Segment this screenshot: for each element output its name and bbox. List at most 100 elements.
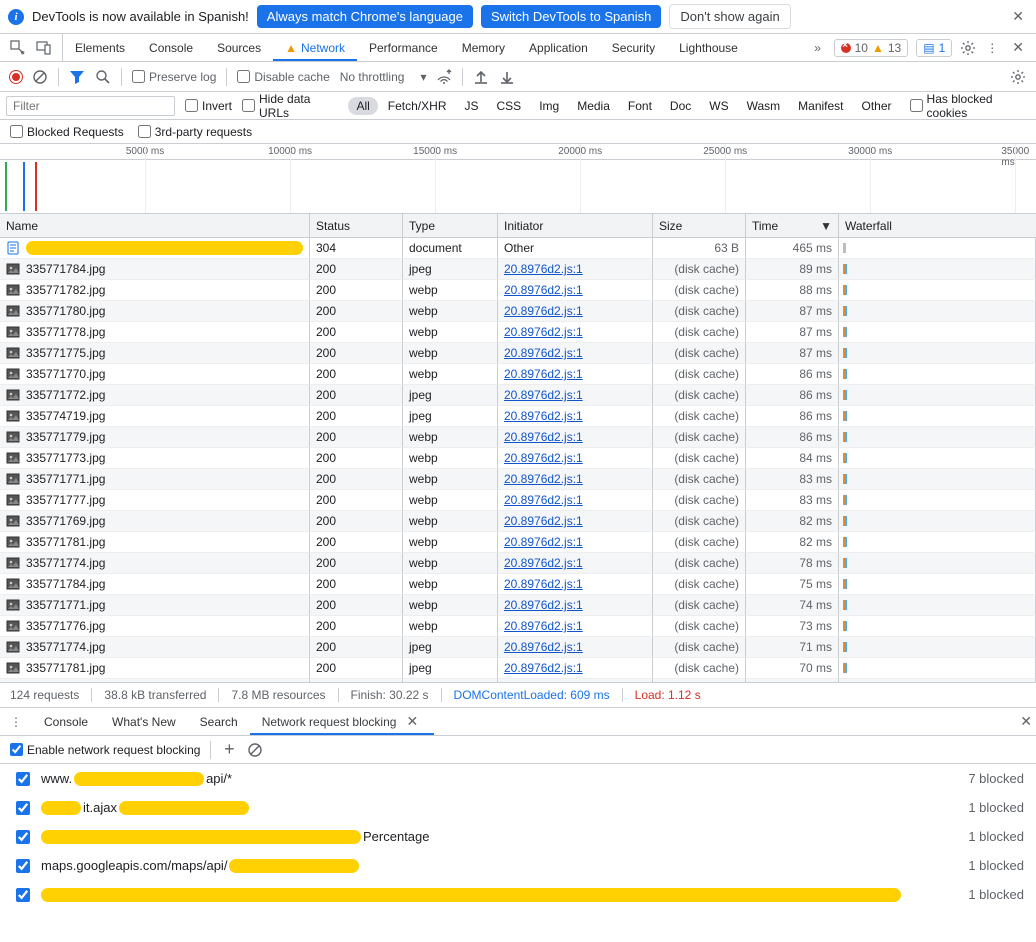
tab-security[interactable]: Security <box>600 34 667 61</box>
initiator-link[interactable]: 20.8976d2.js:1 <box>504 556 583 570</box>
initiator-link[interactable]: 20.8976d2.js:1 <box>504 451 583 465</box>
request-row[interactable]: 335771772.jpg200jpeg20.8976d2.js:1(disk … <box>0 385 1036 406</box>
preserve-log-checkbox[interactable]: Preserve log <box>132 70 216 84</box>
initiator-link[interactable]: 20.8976d2.js:1 <box>504 577 583 591</box>
initiator-link[interactable]: 20.8976d2.js:1 <box>504 388 583 402</box>
initiator-link[interactable]: 20.8976d2.js:1 <box>504 409 583 423</box>
request-row[interactable]: 304documentOther63 B465 ms <box>0 238 1036 259</box>
request-row[interactable]: 335771782.jpg200webp20.8976d2.js:1(disk … <box>0 280 1036 301</box>
request-row[interactable]: 335771776.jpg200webp20.8976d2.js:1(disk … <box>0 616 1036 637</box>
request-row[interactable]: 335771784.jpg200jpeg20.8976d2.js:1(disk … <box>0 259 1036 280</box>
request-row[interactable]: 335771774.jpg200jpeg20.8976d2.js:1(disk … <box>0 637 1036 658</box>
request-row[interactable]: 335771775.jpg200webp20.8976d2.js:1(disk … <box>0 343 1036 364</box>
filter-pill-manifest[interactable]: Manifest <box>790 97 851 115</box>
dont-show-button[interactable]: Don't show again <box>669 4 790 29</box>
filter-pill-css[interactable]: CSS <box>489 97 530 115</box>
kebab-menu-icon[interactable]: ⋮ <box>984 40 1000 56</box>
disable-cache-checkbox[interactable]: Disable cache <box>237 70 329 84</box>
initiator-link[interactable]: 20.8976d2.js:1 <box>504 598 583 612</box>
request-row[interactable]: 335771779.jpg200webp20.8976d2.js:1(disk … <box>0 427 1036 448</box>
filter-pill-other[interactable]: Other <box>854 97 900 115</box>
initiator-link[interactable]: 20.8976d2.js:1 <box>504 535 583 549</box>
initiator-link[interactable]: 20.8976d2.js:1 <box>504 640 583 654</box>
initiator-link[interactable]: 20.8976d2.js:1 <box>504 283 583 297</box>
filter-pill-font[interactable]: Font <box>620 97 660 115</box>
tab-application[interactable]: Application <box>517 34 600 61</box>
request-row[interactable]: 335771781.jpg200webp20.8976d2.js:1(disk … <box>0 532 1036 553</box>
switch-spanish-button[interactable]: Switch DevTools to Spanish <box>481 5 661 28</box>
col-type[interactable]: Type <box>403 214 498 237</box>
close-tab-icon[interactable]: ✕ <box>402 713 422 730</box>
request-row[interactable]: 335771784.jpg200webp20.8976d2.js:1(disk … <box>0 574 1036 595</box>
request-row[interactable]: 335771771.jpg200webp20.8976d2.js:1(disk … <box>0 595 1036 616</box>
close-devtools-icon[interactable]: ✕ <box>1008 39 1028 56</box>
tab-memory[interactable]: Memory <box>450 34 517 61</box>
request-row[interactable]: 335771770.jpg200webp20.8976d2.js:1(disk … <box>0 364 1036 385</box>
clear-patterns-icon[interactable] <box>247 742 263 758</box>
network-timeline[interactable]: 5000 ms10000 ms15000 ms20000 ms25000 ms3… <box>0 144 1036 214</box>
request-row[interactable]: 335771777.jpg200webp20.8976d2.js:1(disk … <box>0 490 1036 511</box>
filter-pill-all[interactable]: All <box>348 97 377 115</box>
initiator-link[interactable]: 20.8976d2.js:1 <box>504 346 583 360</box>
initiator-link[interactable]: 20.8976d2.js:1 <box>504 661 583 675</box>
close-drawer-icon[interactable]: ✕ <box>1016 713 1036 730</box>
initiator-link[interactable]: 20.8976d2.js:1 <box>504 325 583 339</box>
filter-pill-doc[interactable]: Doc <box>662 97 699 115</box>
filter-funnel-icon[interactable] <box>69 69 85 85</box>
clear-icon[interactable] <box>32 69 48 85</box>
invert-checkbox[interactable]: Invert <box>185 99 232 113</box>
has-blocked-cookies-checkbox[interactable]: Has blocked cookies <box>910 92 1030 120</box>
third-party-checkbox[interactable]: 3rd-party requests <box>138 125 252 139</box>
blocked-requests-checkbox[interactable]: Blocked Requests <box>10 125 124 139</box>
initiator-link[interactable]: 20.8976d2.js:1 <box>504 493 583 507</box>
inspect-icon[interactable] <box>10 40 26 56</box>
pattern-enabled-checkbox[interactable] <box>16 888 30 902</box>
drawer-tab-what-s-new[interactable]: What's New <box>100 708 188 735</box>
device-toggle-icon[interactable] <box>36 40 52 56</box>
pattern-enabled-checkbox[interactable] <box>16 772 30 786</box>
request-row[interactable]: 335771778.jpg200webp20.8976d2.js:1(disk … <box>0 322 1036 343</box>
drawer-menu-icon[interactable]: ⋮ <box>0 715 32 729</box>
request-row[interactable]: 335771771.jpg200webp20.8976d2.js:1(disk … <box>0 469 1036 490</box>
pattern-enabled-checkbox[interactable] <box>16 830 30 844</box>
block-pattern-row[interactable]: maps.googleapis.com/maps/api/1 blocked <box>0 851 1036 880</box>
tab-console[interactable]: Console <box>137 34 205 61</box>
close-infobar-icon[interactable]: ✕ <box>1008 8 1028 25</box>
col-size[interactable]: Size <box>653 214 746 237</box>
initiator-link[interactable]: 20.8976d2.js:1 <box>504 367 583 381</box>
filter-pill-fetch-xhr[interactable]: Fetch/XHR <box>380 97 455 115</box>
filter-pill-ws[interactable]: WS <box>701 97 736 115</box>
match-language-button[interactable]: Always match Chrome's language <box>257 5 473 28</box>
request-row[interactable]: 335771774.jpg200webp20.8976d2.js:1(disk … <box>0 553 1036 574</box>
request-row[interactable]: 335771780.jpg200webp20.8976d2.js:1(disk … <box>0 301 1036 322</box>
download-har-icon[interactable] <box>499 69 515 85</box>
col-status[interactable]: Status <box>310 214 403 237</box>
tab-network[interactable]: ▲Network <box>273 34 357 61</box>
block-pattern-row[interactable]: it.ajax1 blocked <box>0 793 1036 822</box>
record-button[interactable] <box>10 71 22 83</box>
initiator-link[interactable]: 20.8976d2.js:1 <box>504 262 583 276</box>
tab-elements[interactable]: Elements <box>63 34 137 61</box>
tab-lighthouse[interactable]: Lighthouse <box>667 34 750 61</box>
issues-counter[interactable]: ▤1 <box>916 39 952 57</box>
pattern-enabled-checkbox[interactable] <box>16 801 30 815</box>
error-warning-counter[interactable]: 10 ▲13 <box>834 39 909 57</box>
throttling-select[interactable]: No throttling▾ <box>340 70 427 84</box>
request-row[interactable]: 335774719.jpg200jpeg20.8976d2.js:1(disk … <box>0 406 1036 427</box>
drawer-tab-network-request-blocking[interactable]: Network request blocking✕ <box>250 708 434 735</box>
request-row[interactable]: 335771769.jpg200webp20.8976d2.js:1(disk … <box>0 511 1036 532</box>
filter-input[interactable] <box>6 96 175 116</box>
tab-sources[interactable]: Sources <box>205 34 273 61</box>
col-name[interactable]: Name <box>0 214 310 237</box>
col-waterfall[interactable]: Waterfall <box>839 214 1036 237</box>
request-row[interactable]: 335771781.jpg200jpeg20.8976d2.js:1(disk … <box>0 658 1036 679</box>
search-icon[interactable] <box>95 69 111 85</box>
request-row[interactable]: 335771773.jpg200webp20.8976d2.js:1(disk … <box>0 448 1036 469</box>
hide-data-urls-checkbox[interactable]: Hide data URLs <box>242 92 338 120</box>
enable-blocking-checkbox[interactable]: Enable network request blocking <box>10 743 200 757</box>
initiator-link[interactable]: 20.8976d2.js:1 <box>504 430 583 444</box>
add-pattern-icon[interactable]: + <box>221 742 237 758</box>
block-pattern-row[interactable]: Percentage1 blocked <box>0 822 1036 851</box>
initiator-link[interactable]: 20.8976d2.js:1 <box>504 619 583 633</box>
filter-pill-img[interactable]: Img <box>531 97 567 115</box>
